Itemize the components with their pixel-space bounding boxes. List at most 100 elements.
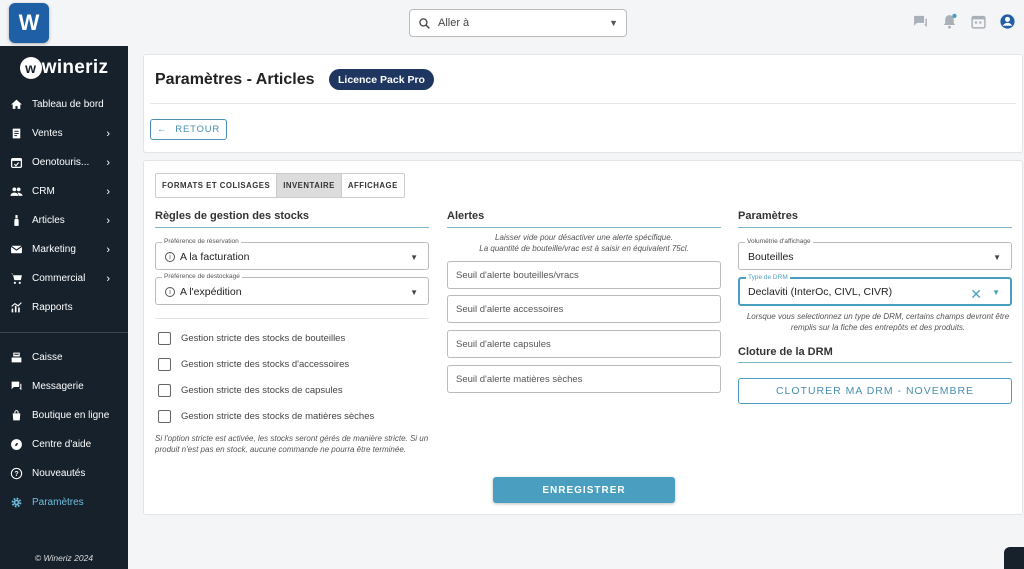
caret-down-icon: ▼ [993, 253, 1001, 262]
alerts-underline [447, 227, 721, 228]
info-icon: i [165, 287, 175, 297]
register-icon [10, 351, 23, 364]
cart-icon [10, 272, 23, 285]
volume-select[interactable]: Volumétrie d'affichage Bouteilles ▼ [738, 238, 1012, 270]
alert-accessories-input[interactable]: Seuil d'alerte accessoires [447, 295, 721, 323]
reservation-label: Préférence de réservation [162, 238, 241, 245]
strict-dry-goods-checkbox[interactable]: Gestion stricte des stocks de matières s… [158, 410, 374, 423]
sidebar-item-commercial[interactable]: Commercial › [0, 264, 128, 293]
drm-note: Lorsque vous selectionnez un type de DRM… [746, 312, 1010, 332]
clear-icon[interactable]: ✕ [970, 286, 982, 303]
settings-card: FORMATS ET COLISAGES INVENTAIRE AFFICHAG… [143, 160, 1023, 515]
alerts-note-line1: Laisser vide pour désactiver une alerte … [495, 233, 673, 242]
tab-formats[interactable]: FORMATS ET COLISAGES [156, 174, 278, 197]
stock-divider [155, 318, 429, 319]
caret-down-icon: ▼ [609, 18, 618, 28]
chat-widget-button[interactable] [1004, 547, 1024, 569]
drm-type-label: Type de DRM [746, 274, 790, 281]
chevron-right-icon: › [106, 156, 110, 169]
info-icon: i [165, 252, 175, 262]
reservation-value: A la facturation [180, 251, 250, 263]
alert-capsules-input[interactable]: Seuil d'alerte capsules [447, 330, 721, 358]
svg-text:?: ? [14, 471, 18, 478]
sidebar-item-label: Ventes [32, 128, 63, 139]
calendar-icon[interactable] [970, 13, 987, 30]
strict-accessories-checkbox[interactable]: Gestion stricte des stocks d'accessoires [158, 358, 349, 371]
chevron-right-icon: › [106, 243, 110, 256]
stock-rules-title: Règles de gestion des stocks [155, 210, 310, 222]
alert-dry-goods-input[interactable]: Seuil d'alerte matières sèches [447, 365, 721, 393]
checkbox-icon[interactable] [158, 384, 171, 397]
chat-icon[interactable] [912, 13, 929, 30]
strict-capsules-checkbox[interactable]: Gestion stricte des stocks de capsules [158, 384, 343, 397]
sidebar-item-label: Boutique en ligne [32, 410, 110, 421]
params-underline [738, 227, 1012, 228]
drm-type-value: Declaviti (InterOc, CIVL, CIVR) [748, 286, 893, 298]
sidebar-item-caisse[interactable]: Caisse [0, 343, 128, 372]
alerts-note-line2: La quantité de bouteille/vrac est à sais… [479, 243, 689, 253]
sidebar-item-ventes[interactable]: Ventes › [0, 119, 128, 148]
sidebar-item-label: Articles [32, 215, 65, 226]
goto-search[interactable]: Aller à ▼ [409, 9, 627, 37]
chat-icon [10, 380, 23, 393]
sidebar-footer: © Wineriz 2024 [34, 553, 94, 563]
chevron-right-icon: › [106, 185, 110, 198]
alert-bottles-input[interactable]: Seuil d'alerte bouteilles/vracs [447, 261, 721, 289]
bell-icon[interactable] [941, 13, 958, 30]
sidebar-item-label: Marketing [32, 244, 76, 255]
drm-type-select[interactable]: Type de DRM Declaviti (InterOc, CIVL, CI… [738, 274, 1012, 306]
back-label: RETOUR [175, 124, 221, 135]
sidebar-item-crm[interactable]: CRM › [0, 177, 128, 206]
tab-affichage[interactable]: AFFICHAGE [342, 174, 404, 197]
arrow-left-icon: ← [156, 124, 168, 135]
page-title: Paramètres - Articles [155, 71, 315, 88]
volume-label: Volumétrie d'affichage [745, 238, 813, 245]
sidebar-item-messagerie[interactable]: Messagerie [0, 372, 128, 401]
license-badge: Licence Pack Pro [329, 69, 434, 90]
receipt-icon [10, 127, 23, 140]
sidebar-item-label: Centre d'aide [32, 439, 92, 450]
reservation-select[interactable]: Préférence de réservation i A la facturat… [155, 238, 429, 270]
sidebar-divider [0, 332, 128, 333]
chevron-right-icon: › [106, 127, 110, 140]
caret-down-icon: ▼ [992, 288, 1000, 297]
sidebar-item-marketing[interactable]: Marketing › [0, 235, 128, 264]
params-title: Paramètres [738, 210, 798, 222]
tab-inventaire[interactable]: INVENTAIRE [277, 174, 342, 197]
account-icon[interactable] [999, 13, 1016, 30]
sidebar-item-centre-d-aide[interactable]: Centre d'aide [0, 430, 128, 459]
strict-bottles-checkbox[interactable]: Gestion stricte des stocks de bouteilles [158, 332, 345, 345]
sidebar-item-label: Oenotouris... [32, 157, 90, 168]
help-icon: ? [10, 467, 23, 480]
sidebar-item-nouveaut-s[interactable]: ? Nouveautés [0, 459, 128, 488]
volume-value: Bouteilles [748, 251, 794, 263]
sidebar-item-rapports[interactable]: Rapports [0, 293, 128, 322]
destock-select[interactable]: Préférence de destockage i A l'expédition… [155, 273, 429, 305]
checkbox-icon[interactable] [158, 410, 171, 423]
destock-label: Préférence de destockage [162, 273, 242, 280]
calendar-check-icon [10, 156, 23, 169]
checkbox-icon[interactable] [158, 358, 171, 371]
shop-icon [10, 409, 23, 422]
sidebar-item-label: Commercial [32, 273, 86, 284]
sidebar-item-oenotouris[interactable]: Oenotouris... › [0, 148, 128, 177]
sidebar-item-label: CRM [32, 186, 55, 197]
strict-note: Si l'option stricte est activée, les sto… [155, 434, 429, 454]
home-icon [10, 98, 23, 111]
sidebar-item-articles[interactable]: Articles › [0, 206, 128, 235]
app-logo[interactable]: W [9, 3, 49, 43]
chart-icon [10, 301, 23, 314]
brand-name: wineriz [41, 57, 109, 78]
sidebar-item-tableau-de-bord[interactable]: Tableau de bord [0, 90, 128, 119]
back-button[interactable]: ← RETOUR [150, 119, 227, 140]
close-drm-button[interactable]: CLOTURER MA DRM - NOVEMBRE [738, 378, 1012, 404]
sidebar-item-label: Caisse [32, 352, 63, 363]
brand-logo[interactable]: w wineriz [0, 46, 128, 90]
save-button[interactable]: ENREGISTRER [493, 477, 675, 503]
sidebar-item-boutique-en-ligne[interactable]: Boutique en ligne [0, 401, 128, 430]
header-divider [150, 103, 1016, 104]
sidebar-item-param-tres[interactable]: Paramètres [0, 488, 128, 517]
sidebar-item-label: Paramètres [32, 497, 84, 508]
checkbox-label: Gestion stricte des stocks de capsules [181, 385, 343, 396]
checkbox-icon[interactable] [158, 332, 171, 345]
